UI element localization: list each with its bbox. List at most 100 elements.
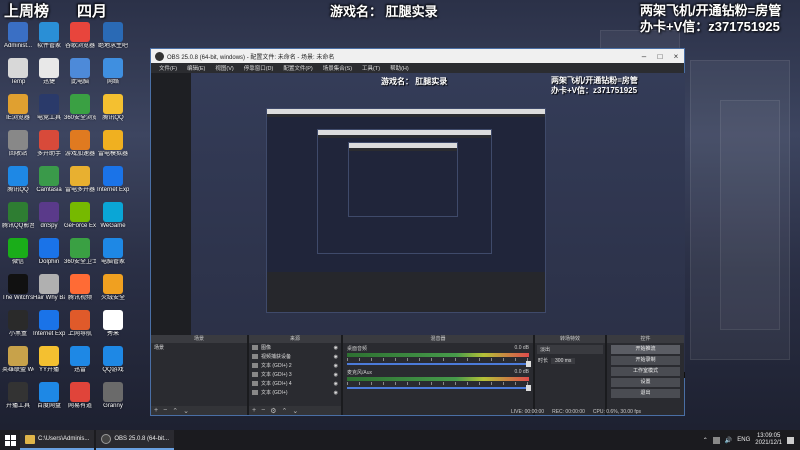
obs-menu-item[interactable]: 场景集合(S): [323, 64, 352, 72]
desktop-icon[interactable]: Hair Why Back Home: [33, 274, 65, 302]
desktop-icon[interactable]: 腾讯QQ: [2, 166, 34, 194]
source-item[interactable]: 文本 (GDI+) 2 ◉: [249, 361, 341, 370]
obs-menu-item[interactable]: 编辑(E): [187, 64, 205, 72]
obs-menu-item[interactable]: 帮助(H): [390, 64, 409, 72]
desktop-icon[interactable]: 开播工具: [2, 382, 34, 410]
desktop-icon[interactable]: 网易有道: [64, 382, 96, 410]
nested-preview-3: [348, 142, 458, 217]
desktop-icon[interactable]: 腾讯视频: [64, 274, 96, 302]
desktop-icon[interactable]: 网络: [97, 58, 129, 86]
desktop-icon[interactable]: 腾讯QQ影音: [2, 202, 34, 230]
desktop-icon[interactable]: 雷电模拟器: [97, 130, 129, 158]
remove-icon[interactable]: −: [163, 407, 167, 414]
desktop-icon[interactable]: YY开播: [33, 346, 65, 374]
volume-slider[interactable]: [347, 385, 531, 391]
control-button[interactable]: 退出: [611, 389, 680, 398]
desktop-icon[interactable]: 雷电多开器: [64, 166, 96, 194]
desktop-icon[interactable]: 360安全卫士: [64, 238, 96, 266]
control-button[interactable]: 工作室模式: [611, 367, 680, 376]
duration-input[interactable]: 300 ms: [551, 357, 576, 364]
eye-icon[interactable]: ◉: [334, 363, 338, 369]
taskbar-obs[interactable]: OBS 25.0.8 (64-bit...: [96, 430, 175, 450]
notification-icon[interactable]: [787, 436, 794, 444]
desktop-icon[interactable]: 上网导航: [64, 310, 96, 338]
gear-icon[interactable]: ⚙: [270, 407, 276, 415]
desktop-icon[interactable]: WeGame: [97, 202, 129, 230]
control-button[interactable]: 开始录制: [611, 356, 680, 365]
chevron-up-icon[interactable]: ⌃: [703, 437, 708, 444]
source-item[interactable]: 文本 (GDI+) ◉: [249, 388, 341, 397]
desktop-icon[interactable]: 游戏加速器: [64, 130, 96, 158]
desktop-icon[interactable]: Internet Explorer: [33, 310, 65, 338]
eye-icon[interactable]: ◉: [334, 381, 338, 387]
obs-menu-item[interactable]: 停靠窗口(D): [244, 64, 274, 72]
remove-icon[interactable]: −: [261, 407, 265, 414]
eye-icon[interactable]: ◉: [334, 354, 338, 360]
desktop-icon[interactable]: 迅雷: [64, 346, 96, 374]
desktop-icon[interactable]: 电脑管家: [97, 238, 129, 266]
volume-icon[interactable]: 🔊: [725, 437, 732, 444]
desktop-icon[interactable]: 迅捷: [33, 58, 65, 86]
desktop-icon[interactable]: 英雄联盟 WeGame版: [2, 346, 34, 374]
desktop-icon[interactable]: 软件管家: [33, 22, 65, 50]
eye-icon[interactable]: ◉: [334, 345, 338, 351]
desktop-icon[interactable]: 电竞工具: [33, 94, 65, 122]
obs-preview[interactable]: 游戏名： 肛腿实录 两架飞机/开通钻粉=房管 办卡+V信：z371751925: [191, 73, 685, 378]
source-item[interactable]: 文本 (GDI+) 3 ◉: [249, 370, 341, 379]
add-icon[interactable]: +: [154, 407, 158, 414]
obs-title-bar[interactable]: OBS 25.0.8 (64-bit, windows) - 配置文件: 未命名…: [151, 49, 684, 63]
desktop-icon[interactable]: Temp: [2, 58, 34, 86]
obs-menu-item[interactable]: 文件(F): [159, 64, 177, 72]
desktop-icon[interactable]: Granny: [97, 382, 129, 410]
clock[interactable]: 13:09:05 2021/12/1: [755, 433, 782, 447]
obs-menu-item[interactable]: 视图(V): [215, 64, 233, 72]
obs-window[interactable]: OBS 25.0.8 (64-bit, windows) - 配置文件: 未命名…: [150, 48, 685, 416]
down-icon[interactable]: ⌄: [292, 407, 298, 415]
desktop-icon[interactable]: 此电脑: [64, 58, 96, 86]
start-button[interactable]: [0, 430, 20, 450]
desktop-icon[interactable]: Administ...: [2, 22, 34, 50]
desktop-icon[interactable]: 腾讯QQ: [97, 94, 129, 122]
control-button[interactable]: 设置: [611, 378, 680, 387]
obs-menu-item[interactable]: 工具(T): [362, 64, 380, 72]
control-button[interactable]: 开始推流: [611, 345, 680, 354]
desktop-icon[interactable]: 谷歌浏览器: [64, 22, 96, 50]
add-icon[interactable]: +: [252, 407, 256, 414]
desktop-icon[interactable]: 绝地求生吧: [97, 22, 129, 50]
desktop-icon[interactable]: Dolphin: [33, 238, 65, 266]
transition-select[interactable]: 淡出: [537, 345, 603, 354]
desktop-icon[interactable]: 小黑盒: [2, 310, 34, 338]
desktop-icon[interactable]: IE浏览器: [2, 94, 34, 122]
desktop-icon[interactable]: Internet Explorer: [97, 166, 129, 194]
source-type-icon: [252, 381, 258, 386]
source-item[interactable]: 视频捕获设备 ◉: [249, 352, 341, 361]
desktop-icon[interactable]: 火绒安全: [97, 274, 129, 302]
desktop-icon[interactable]: GeForce Experience: [64, 202, 96, 230]
language-indicator[interactable]: ENG: [737, 437, 750, 443]
up-icon[interactable]: ⌃: [281, 407, 287, 415]
desktop-icon[interactable]: The Witch's House MV: [2, 274, 34, 302]
source-item[interactable]: 文本 (GDI+) 4 ◉: [249, 379, 341, 388]
desktop-icon[interactable]: 秀米: [97, 310, 129, 338]
scene-item[interactable]: 场景: [151, 343, 247, 352]
source-item[interactable]: 图像 ◉: [249, 343, 341, 352]
maximize-icon[interactable]: □: [652, 52, 668, 61]
eye-icon[interactable]: ◉: [334, 390, 338, 396]
network-icon[interactable]: [712, 436, 720, 444]
close-icon[interactable]: ×: [668, 52, 684, 61]
desktop-icon[interactable]: 百度网盘: [33, 382, 65, 410]
minimize-icon[interactable]: –: [636, 52, 652, 61]
up-icon[interactable]: ⌃: [172, 407, 178, 415]
volume-slider[interactable]: [347, 361, 531, 367]
down-icon[interactable]: ⌄: [183, 407, 189, 415]
desktop-icon[interactable]: QQ游戏: [97, 346, 129, 374]
eye-icon[interactable]: ◉: [334, 372, 338, 378]
desktop-icon[interactable]: 360安全浏览器: [64, 94, 96, 122]
desktop-icon[interactable]: 多开助手: [33, 130, 65, 158]
obs-menu-item[interactable]: 配置文件(P): [283, 64, 312, 72]
desktop-icon[interactable]: 微信: [2, 238, 34, 266]
taskbar-explorer[interactable]: C:\Users\Adminis...: [20, 430, 95, 450]
desktop-icon[interactable]: dnSpy: [33, 202, 65, 230]
desktop-icon[interactable]: 回收站: [2, 130, 34, 158]
desktop-icon[interactable]: Camtasia: [33, 166, 65, 194]
